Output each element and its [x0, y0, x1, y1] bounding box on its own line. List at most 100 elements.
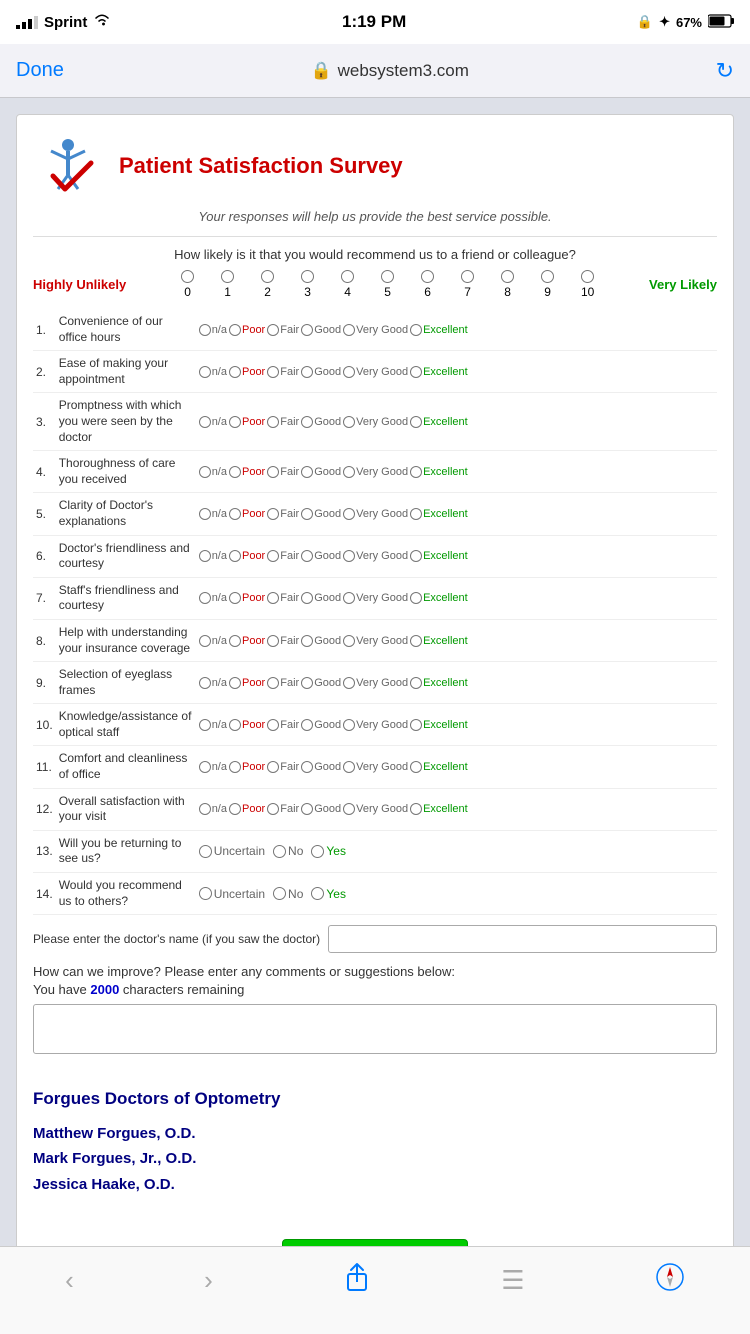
opt-excellent: Excellent: [410, 550, 468, 562]
very-likely-label: Very Likely: [649, 277, 717, 292]
q-text: Selection of eyeglass frames: [56, 662, 196, 704]
opt-good: Good: [301, 635, 341, 647]
opt-poor: Poor: [229, 416, 265, 428]
q-num: 10.: [33, 704, 56, 746]
opt-fair: Fair: [267, 635, 299, 647]
url-text: websystem3.com: [338, 61, 469, 81]
back-button[interactable]: ‹: [65, 1265, 74, 1296]
q-num: 5.: [33, 493, 56, 535]
q-text: Ease of making your appointment: [56, 351, 196, 393]
opt-poor: Poor: [229, 677, 265, 689]
table-row: 12. Overall satisfaction with your visit…: [33, 788, 717, 830]
doctor-name-input[interactable]: [328, 925, 717, 953]
opt-vgood: Very Good: [343, 466, 408, 478]
q-num: 13.: [33, 830, 56, 872]
table-row: 11. Comfort and cleanliness of office n/…: [33, 746, 717, 788]
table-row: 3. Promptness with which you were seen b…: [33, 393, 717, 451]
table-row: 7. Staff's friendliness and courtesy n/a…: [33, 577, 717, 619]
table-row: 5. Clarity of Doctor's explanations n/a …: [33, 493, 717, 535]
opt-good: Good: [301, 366, 341, 378]
opt-vgood: Very Good: [343, 416, 408, 428]
scale-8: 8: [488, 270, 528, 299]
you-have-label: You have: [33, 982, 87, 997]
opt-na: n/a: [199, 324, 227, 336]
opt-fair: Fair: [267, 719, 299, 731]
practice-info: Forgues Doctors of Optometry Matthew For…: [33, 1077, 717, 1210]
opt-fair: Fair: [267, 508, 299, 520]
opt-excellent: Excellent: [410, 635, 468, 647]
opt-na: n/a: [199, 466, 227, 478]
opt-excellent: Excellent: [410, 677, 468, 689]
opt-fair: Fair: [267, 803, 299, 815]
scale-numbers: 0 1 2 3 4 5 6 7 8 9 10: [168, 270, 608, 299]
opt-vgood: Very Good: [343, 803, 408, 815]
bluetooth-icon: ✦: [659, 14, 670, 30]
scale-3: 3: [288, 270, 328, 299]
url-bar[interactable]: 🔒 websystem3.com: [310, 61, 469, 81]
opt-excellent: Excellent: [410, 803, 468, 815]
opt-vgood: Very Good: [343, 761, 408, 773]
table-row: 6. Doctor's friendliness and courtesy n/…: [33, 535, 717, 577]
opt-fair: Fair: [267, 366, 299, 378]
recommend-question: How likely is it that you would recommen…: [33, 247, 717, 262]
share-button[interactable]: [343, 1262, 371, 1299]
q-num: 1.: [33, 309, 56, 351]
comments-label: How can we improve? Please enter any com…: [33, 963, 717, 999]
bookmarks-button[interactable]: ☰: [501, 1265, 524, 1296]
opt-fair: Fair: [267, 677, 299, 689]
scale-5: 5: [368, 270, 408, 299]
q-options-cell: n/a Poor Fair Good Very Good: [196, 788, 717, 830]
opt-excellent: Excellent: [410, 466, 468, 478]
table-row: 10. Knowledge/assistance of optical staf…: [33, 704, 717, 746]
q-text: Will you be returning to see us?: [56, 830, 196, 872]
q-text: Help with understanding your insurance c…: [56, 619, 196, 661]
forward-button[interactable]: ›: [204, 1265, 213, 1296]
q-text: Overall satisfaction with your visit: [56, 788, 196, 830]
q-text: Convenience of our office hours: [56, 309, 196, 351]
opt-good: Good: [301, 508, 341, 520]
comments-textarea[interactable]: [33, 1004, 717, 1054]
done-button[interactable]: Done: [16, 59, 64, 82]
reload-button[interactable]: ↻: [716, 58, 734, 84]
q-options-cell: n/a Poor Fair Good Very Good: [196, 746, 717, 788]
chars-label: characters remaining: [123, 982, 244, 997]
opt-poor: Poor: [229, 803, 265, 815]
opt-good: Good: [301, 466, 341, 478]
opt-na: n/a: [199, 508, 227, 520]
opt-fair: Fair: [267, 416, 299, 428]
opt-na: n/a: [199, 550, 227, 562]
doctors-list: Matthew Forgues, O.D.Mark Forgues, Jr., …: [33, 1121, 717, 1198]
opt-poor: Poor: [229, 366, 265, 378]
signal-icon: [16, 16, 38, 29]
opt-poor: Poor: [229, 324, 265, 336]
q-text: Knowledge/assistance of optical staff: [56, 704, 196, 746]
opt-excellent: Excellent: [410, 719, 468, 731]
opt-good: Good: [301, 550, 341, 562]
opt-excellent: Excellent: [410, 592, 468, 604]
q-num: 2.: [33, 351, 56, 393]
opt-vgood: Very Good: [343, 635, 408, 647]
scale-10: 10: [568, 270, 608, 299]
opt-uncertain: Uncertain: [199, 844, 265, 858]
scale-0: 0: [168, 270, 208, 299]
opt-good: Good: [301, 719, 341, 731]
logo: [33, 131, 103, 201]
doctor-name: Matthew Forgues, O.D.: [33, 1121, 717, 1147]
opt-excellent: Excellent: [410, 366, 468, 378]
opt-fair: Fair: [267, 761, 299, 773]
doctor-name: Jessica Haake, O.D.: [33, 1172, 717, 1198]
q-options-cell: n/a Poor Fair Good Very Good: [196, 619, 717, 661]
q-num: 12.: [33, 788, 56, 830]
special-options-cell: Uncertain No Yes: [196, 873, 717, 915]
wifi-icon: [93, 13, 111, 31]
q-text: Staff's friendliness and courtesy: [56, 577, 196, 619]
table-row-special: 13. Will you be returning to see us? Unc…: [33, 830, 717, 872]
q-options-cell: n/a Poor Fair Good Very Good: [196, 535, 717, 577]
survey-header: Patient Satisfaction Survey: [33, 131, 717, 201]
compass-button[interactable]: [655, 1262, 685, 1299]
status-right: 🔒 ✦ 67%: [637, 14, 734, 31]
opt-vgood: Very Good: [343, 508, 408, 520]
scale-1: 1: [208, 270, 248, 299]
opt-poor: Poor: [229, 635, 265, 647]
opt-na: n/a: [199, 719, 227, 731]
